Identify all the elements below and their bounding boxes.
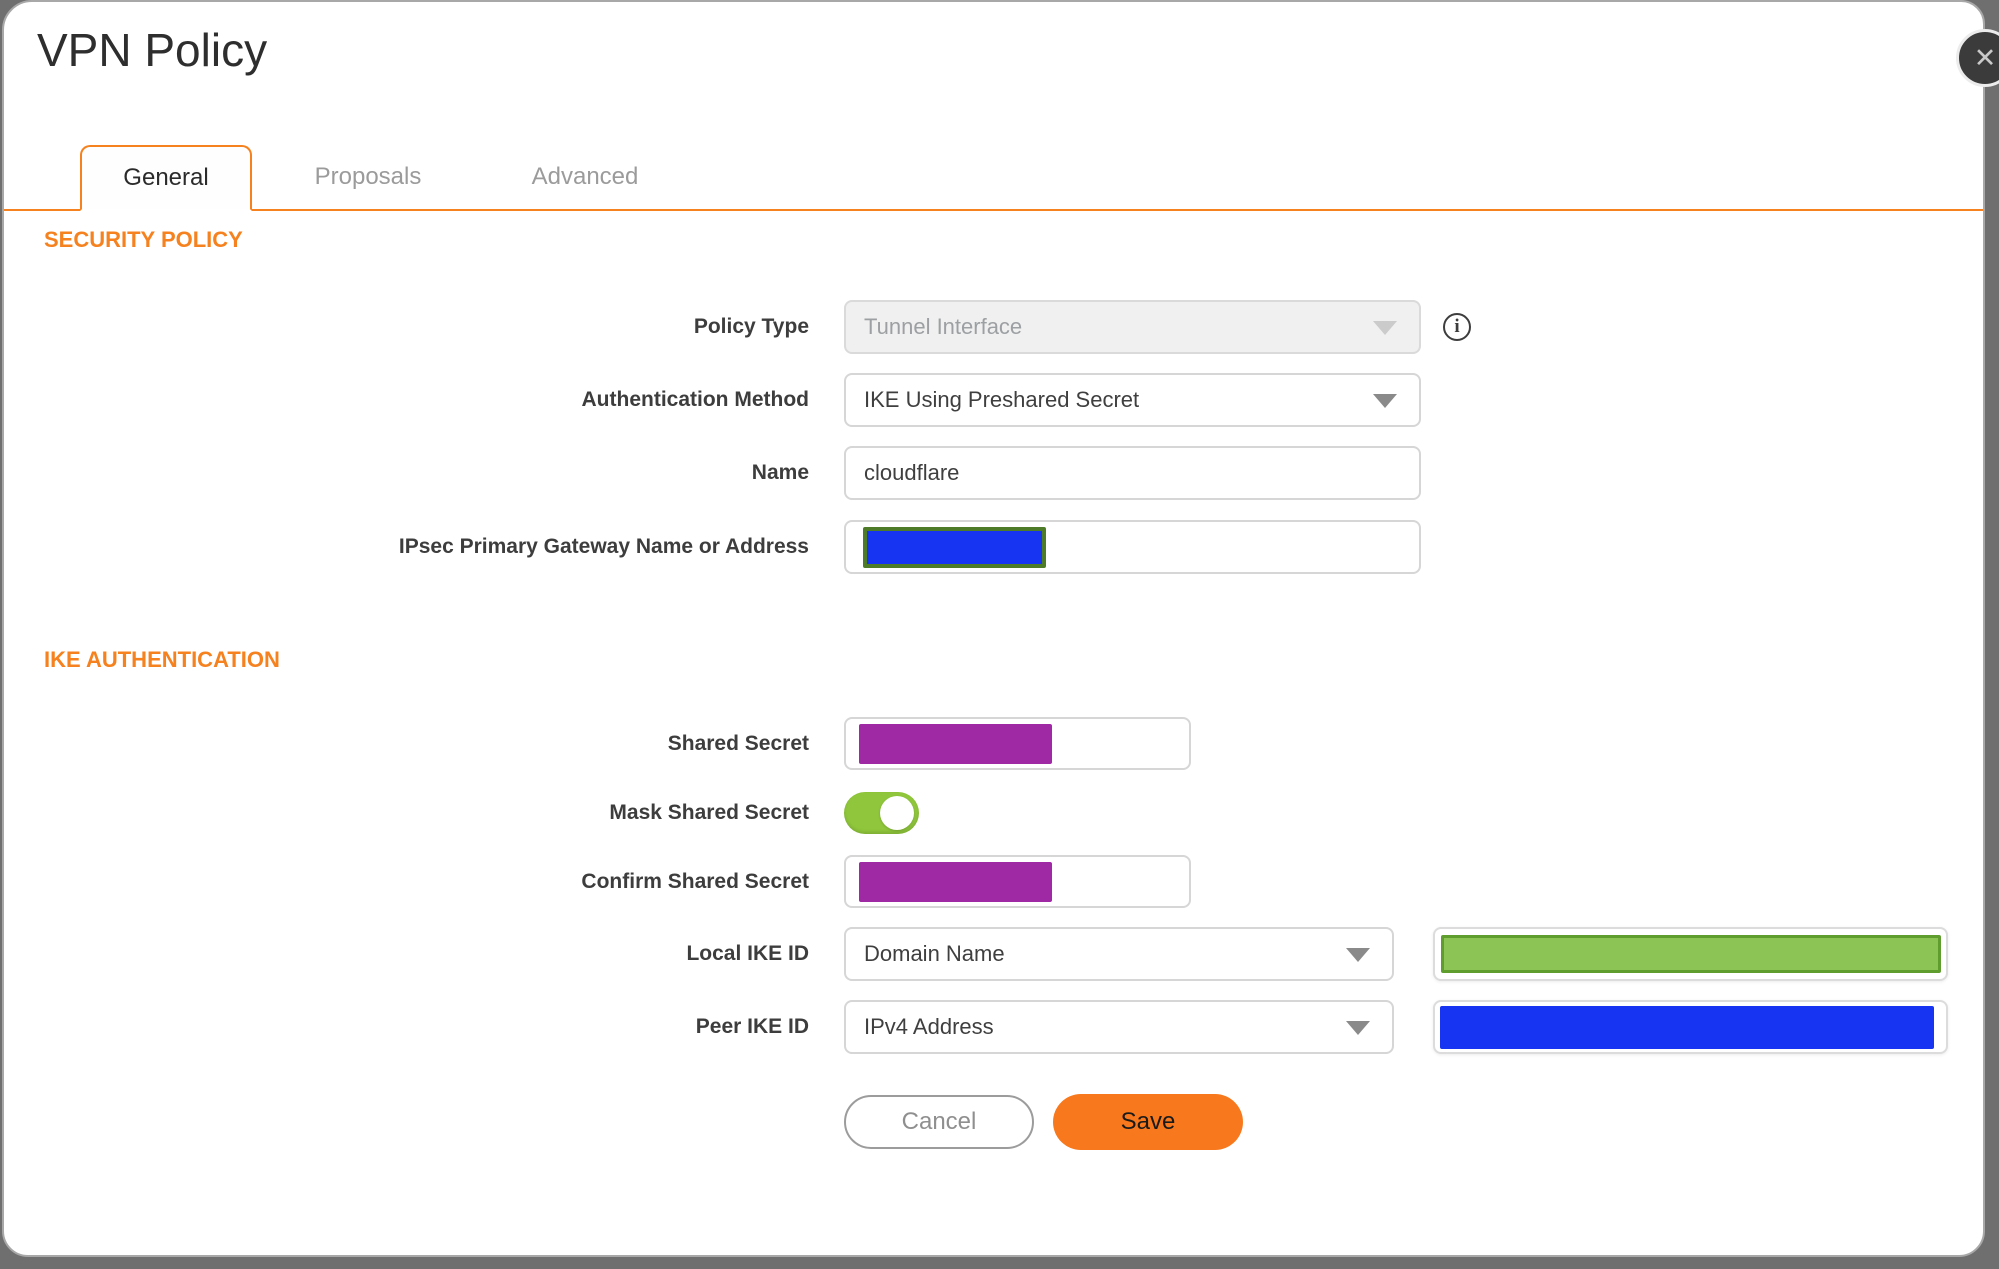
info-icon[interactable]: i: [1443, 313, 1471, 341]
mask-shared-secret-toggle[interactable]: [844, 792, 919, 834]
policy-type-label: Policy Type: [693, 315, 809, 338]
local-ike-id-type: Domain Name: [864, 941, 1005, 966]
section-header-security-policy: SECURITY POLICY: [44, 227, 243, 252]
mask-shared-secret-row: Mask Shared Secret: [4, 792, 1983, 834]
peer-ike-id-row: Peer IKE ID IPv4 Address: [4, 1000, 1983, 1054]
name-row: Name: [4, 446, 1983, 500]
dialog-actions: Cancel Save: [4, 1094, 1983, 1150]
auth-method-value: IKE Using Preshared Secret: [864, 387, 1140, 412]
screen: { "dialog": { "title": "VPN Policy" }, "…: [0, 0, 1999, 1269]
auth-method-label: Authentication Method: [581, 388, 809, 411]
peer-ike-id-type: IPv4 Address: [864, 1014, 994, 1039]
close-icon: ✕: [1973, 42, 1997, 73]
shared-secret-input[interactable]: [844, 717, 1191, 770]
local-ike-id-value-input[interactable]: [1433, 927, 1948, 981]
auth-method-row: Authentication Method IKE Using Preshare…: [4, 373, 1983, 427]
auth-method-select[interactable]: IKE Using Preshared Secret: [844, 373, 1421, 427]
mask-shared-secret-label: Mask Shared Secret: [609, 801, 809, 824]
peer-ike-id-redacted-value: [1440, 1005, 1934, 1049]
shared-secret-label: Shared Secret: [667, 731, 809, 755]
confirm-shared-secret-redacted-value: [859, 861, 1052, 902]
name-label: Name: [751, 461, 809, 484]
name-input[interactable]: [844, 446, 1421, 500]
chevron-down-icon: [1373, 321, 1397, 335]
policy-type-row: Policy Type Tunnel Interface i: [4, 300, 1983, 354]
tab-general[interactable]: General: [80, 145, 252, 211]
tab-proposals[interactable]: Proposals: [282, 145, 454, 209]
peer-ike-id-label: Peer IKE ID: [695, 1015, 809, 1038]
local-ike-id-redacted-value: [1441, 935, 1941, 973]
confirm-shared-secret-label: Confirm Shared Secret: [581, 869, 809, 893]
gateway-redacted-value: [863, 526, 1046, 568]
confirm-shared-secret-input[interactable]: [844, 855, 1191, 908]
confirm-shared-secret-row: Confirm Shared Secret: [4, 855, 1983, 908]
chevron-down-icon: [1346, 948, 1370, 962]
shared-secret-row: Shared Secret: [4, 717, 1983, 770]
save-button[interactable]: Save: [1053, 1094, 1243, 1150]
section-header-ike-authentication: IKE AUTHENTICATION: [44, 647, 280, 672]
policy-type-value: Tunnel Interface: [864, 314, 1023, 339]
chevron-down-icon: [1346, 1021, 1370, 1035]
dialog-title: VPN Policy: [37, 24, 268, 76]
local-ike-id-select[interactable]: Domain Name: [844, 927, 1394, 981]
gateway-input[interactable]: [844, 520, 1421, 574]
local-ike-id-row: Local IKE ID Domain Name: [4, 927, 1983, 981]
vpn-policy-dialog: VPN Policy General Proposals Advanced SE…: [2, 0, 1985, 1257]
peer-ike-id-value-input[interactable]: [1433, 1000, 1948, 1054]
gateway-row: IPsec Primary Gateway Name or Address: [4, 520, 1983, 574]
tab-advanced[interactable]: Advanced: [499, 145, 671, 209]
toggle-knob: [880, 796, 914, 830]
shared-secret-redacted-value: [859, 723, 1052, 764]
local-ike-id-label: Local IKE ID: [686, 942, 809, 965]
policy-type-select: Tunnel Interface: [844, 300, 1421, 354]
gateway-label: IPsec Primary Gateway Name or Address: [398, 535, 809, 558]
tab-bar: General Proposals Advanced: [4, 145, 1983, 211]
cancel-button[interactable]: Cancel: [844, 1095, 1034, 1149]
peer-ike-id-select[interactable]: IPv4 Address: [844, 1000, 1394, 1054]
chevron-down-icon: [1373, 394, 1397, 408]
